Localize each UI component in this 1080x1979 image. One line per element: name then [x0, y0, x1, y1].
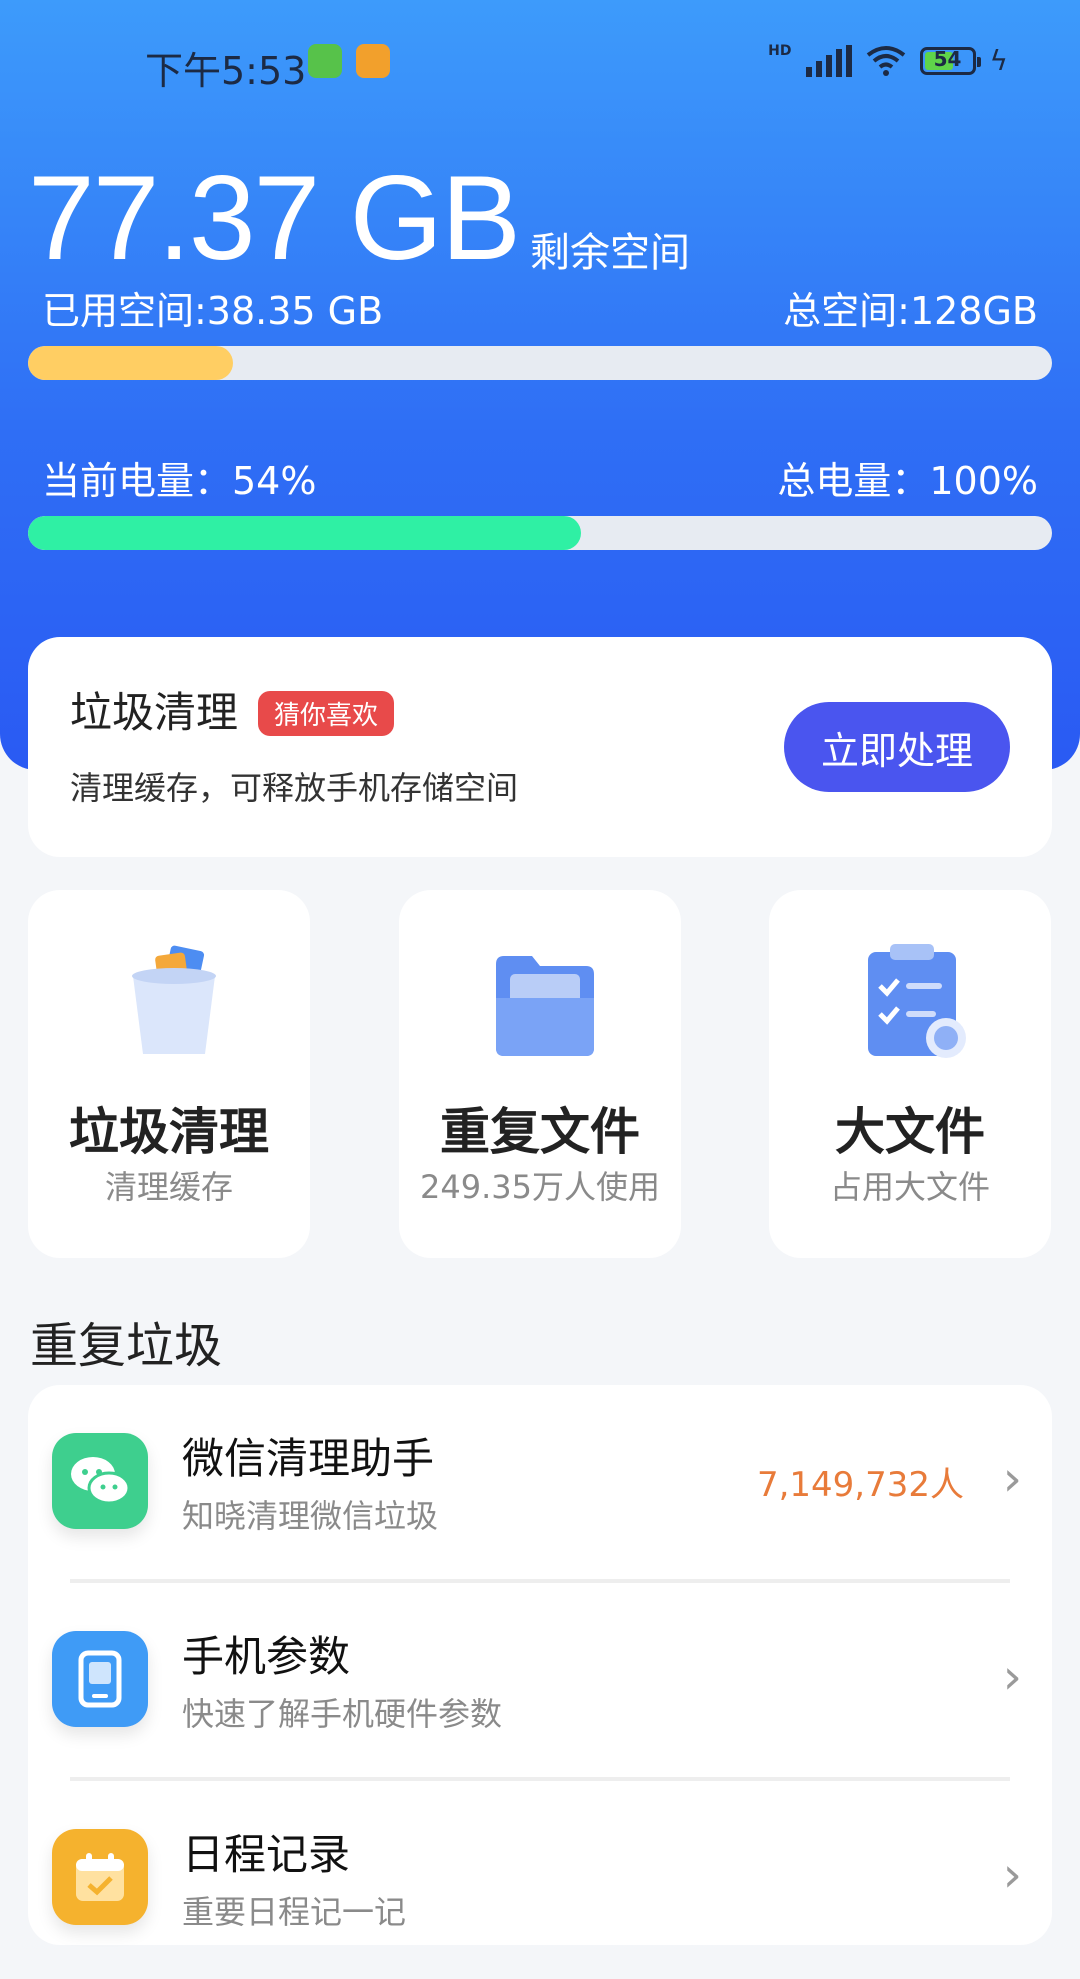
chevron-right-icon: ›	[1002, 1649, 1022, 1705]
wifi-icon	[866, 45, 905, 76]
junk-clean-title: 垃圾清理	[70, 688, 239, 737]
remaining-storage: 77.37 GB	[28, 151, 521, 285]
tile-title: 垃圾清理	[69, 1103, 269, 1161]
folder-icon	[496, 956, 594, 1056]
battery-progress-bar	[28, 516, 1052, 550]
tile-subtitle: 清理缓存	[104, 1168, 233, 1206]
used-storage: 已用空间:38.35 GB	[42, 289, 384, 333]
section-title: 重复垃圾	[30, 1318, 223, 1374]
chevron-right-icon: ›	[1002, 1451, 1022, 1507]
android-notification-icon	[308, 44, 342, 78]
list-item-desc: 知晓清理微信垃圾	[182, 1497, 439, 1535]
process-now-button[interactable]: 立即处理	[784, 702, 1010, 792]
charging-icon: ϟ	[989, 44, 1008, 77]
storage-progress-fill	[28, 346, 233, 380]
wechat-icon	[52, 1433, 148, 1529]
network-type: HD	[768, 42, 792, 59]
tool-list: 微信清理助手 知晓清理微信垃圾 7,149,732人 › 手机参数 快速了解手机…	[28, 1385, 1052, 1945]
remaining-label: 剩余空间	[530, 230, 690, 276]
tile-duplicate-files[interactable]: 重复文件 249.35万人使用	[399, 890, 681, 1258]
tile-title: 大文件	[835, 1103, 985, 1161]
status-time: 下午5:53	[145, 49, 307, 93]
user-count: 7,149,732人	[756, 1465, 964, 1505]
trash-bin-icon	[132, 945, 216, 1054]
battery-icon: 54	[919, 46, 981, 75]
tile-large-files[interactable]: 大文件 占用大文件	[769, 890, 1051, 1258]
recommend-badge: 猜你喜欢	[258, 691, 395, 736]
total-battery: 总电量：100%	[777, 459, 1038, 503]
tile-subtitle: 249.35万人使用	[420, 1168, 660, 1206]
list-item-wechat-cleaner[interactable]: 微信清理助手 知晓清理微信垃圾 7,149,732人 ›	[28, 1385, 1052, 1583]
phone-icon	[52, 1631, 148, 1727]
junk-clean-subtitle: 清理缓存，可释放手机存储空间	[70, 769, 519, 807]
tile-subtitle: 占用大文件	[829, 1168, 990, 1206]
status-icons: HD 54 ϟ	[768, 42, 1008, 78]
list-item-desc: 快速了解手机硬件参数	[182, 1695, 503, 1733]
calendar-icon	[52, 1829, 148, 1925]
tile-junk-clean[interactable]: 垃圾清理 清理缓存	[28, 890, 310, 1258]
battery-progress-fill	[28, 516, 581, 550]
list-item-desc: 重要日程记一记	[182, 1893, 407, 1931]
clipboard-checklist-icon	[868, 944, 966, 1058]
chevron-right-icon: ›	[1002, 1847, 1022, 1903]
battery-level: 54	[933, 46, 962, 71]
signal-icon	[805, 44, 852, 77]
list-item-phone-params[interactable]: 手机参数 快速了解手机硬件参数 ›	[28, 1583, 1052, 1781]
gallery-notification-icon	[356, 44, 390, 78]
tile-title: 重复文件	[440, 1103, 640, 1161]
junk-clean-card[interactable]: 垃圾清理 猜你喜欢 清理缓存，可释放手机存储空间 立即处理	[28, 637, 1052, 857]
list-item-title: 日程记录	[182, 1830, 351, 1879]
current-battery: 当前电量：54%	[42, 459, 317, 503]
storage-progress-bar	[28, 346, 1052, 380]
total-storage: 总空间:128GB	[783, 289, 1038, 333]
list-item-title: 微信清理助手	[182, 1434, 435, 1483]
list-item-schedule[interactable]: 日程记录 重要日程记一记 ›	[28, 1781, 1052, 1979]
list-item-title: 手机参数	[182, 1632, 351, 1681]
